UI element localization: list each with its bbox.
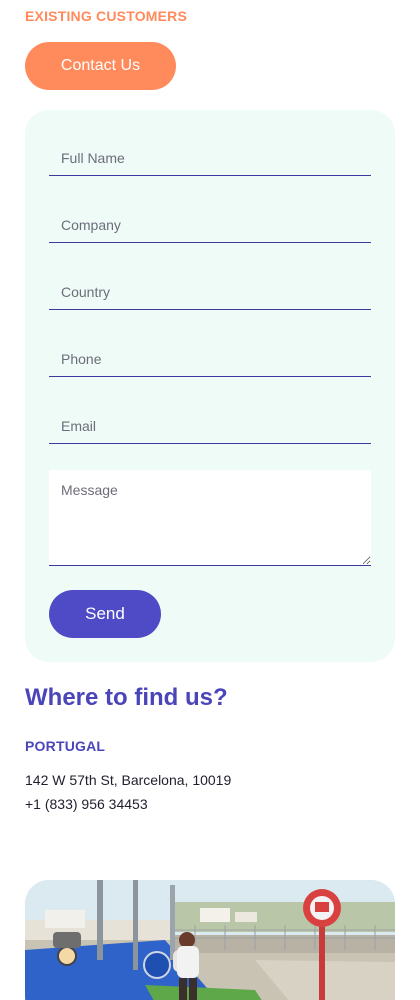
playground-photo-illustration: [25, 880, 395, 1000]
where-to-find-us-title: Where to find us?: [25, 684, 228, 711]
contact-us-button[interactable]: Contact Us: [25, 42, 176, 90]
playground-photo: [25, 880, 395, 1000]
location-address: 142 W 57th St, Barcelona, 10019: [25, 772, 232, 788]
message-textarea[interactable]: [49, 470, 371, 566]
company-input[interactable]: [49, 195, 371, 243]
send-button[interactable]: Send: [49, 590, 161, 638]
country-input[interactable]: [49, 262, 371, 310]
email-input[interactable]: [49, 396, 371, 444]
phone-input[interactable]: [49, 329, 371, 377]
contact-form: Send: [25, 110, 395, 662]
location-phone: +1 (833) 956 34453: [25, 796, 148, 812]
full-name-input[interactable]: [49, 128, 371, 176]
eyebrow-existing-customers: EXISTING CUSTOMERS: [25, 8, 188, 24]
location-country: PORTUGAL: [25, 738, 106, 754]
